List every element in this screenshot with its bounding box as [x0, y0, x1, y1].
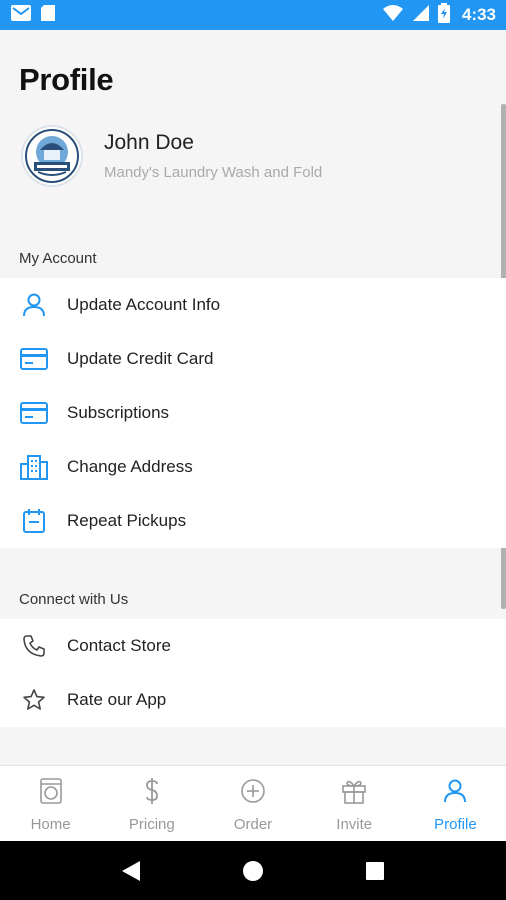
gift-icon — [340, 777, 368, 805]
user-icon — [19, 290, 49, 320]
system-nav-bar — [0, 841, 506, 900]
tab-label: Pricing — [128, 816, 175, 833]
menu-item-label: Contact Store — [67, 636, 171, 655]
sd-card-icon — [40, 4, 56, 27]
profile-card: John Doe Mandy's Laundry Wash and Fold — [21, 125, 322, 187]
status-time: 4:33 — [461, 5, 496, 24]
tab-label: Profile — [434, 816, 477, 833]
tab-pricing[interactable]: Pricing — [101, 766, 202, 841]
back-button[interactable] — [111, 851, 151, 891]
plus-circle-icon — [239, 777, 267, 805]
menu-item-label: Repeat Pickups — [67, 511, 187, 530]
home-button[interactable] — [233, 851, 273, 891]
tab-invite[interactable]: Invite — [304, 766, 405, 841]
section-header-connect: Connect with Us — [19, 591, 129, 608]
tab-profile[interactable]: Profile — [405, 766, 506, 841]
page-title: Profile — [19, 62, 114, 97]
signal-icon — [412, 4, 430, 27]
credit-card-icon — [19, 344, 49, 374]
back-triangle-icon — [122, 860, 140, 881]
dollar-icon — [138, 777, 166, 805]
home-circle-icon — [243, 860, 263, 881]
gmail-icon — [10, 4, 32, 27]
wifi-icon — [382, 4, 404, 27]
bottom-tab-bar: Home Pricing Order Invite Profile — [0, 765, 506, 841]
credit-card-icon — [19, 398, 49, 428]
menu-item-label: Subscriptions — [67, 403, 170, 422]
avatar — [21, 125, 83, 187]
menu-item-contact-store[interactable]: Contact Store — [0, 619, 506, 673]
status-bar: 4:33 — [0, 0, 506, 30]
recents-square-icon — [366, 861, 384, 880]
store-logo — [25, 129, 79, 183]
tab-label: Invite — [336, 816, 373, 833]
building-icon — [19, 452, 49, 482]
profile-name: John Doe — [104, 131, 194, 154]
connect-menu: Contact Store Rate our App — [0, 619, 506, 727]
tab-label: Home — [30, 816, 71, 833]
profile-store-name: Mandy's Laundry Wash and Fold — [104, 164, 323, 181]
menu-item-label: Update Account Info — [67, 295, 221, 314]
calendar-icon — [19, 506, 49, 536]
tab-order[interactable]: Order — [202, 766, 303, 841]
profile-screen: Profile John Doe Mandy's Laundry Wash an… — [0, 30, 506, 765]
menu-item-subscriptions[interactable]: Subscriptions — [0, 386, 506, 440]
menu-item-label: Change Address — [67, 457, 193, 476]
menu-item-repeat-pickups[interactable]: Repeat Pickups — [0, 494, 506, 548]
star-icon — [19, 685, 49, 715]
menu-item-label: Update Credit Card — [67, 349, 214, 368]
menu-item-change-address[interactable]: Change Address — [0, 440, 506, 494]
washer-icon — [37, 777, 65, 805]
section-header-my-account: My Account — [19, 250, 97, 267]
phone-icon — [19, 631, 49, 661]
user-icon — [441, 777, 469, 805]
recents-button[interactable] — [355, 851, 395, 891]
tab-label: Order — [233, 816, 273, 833]
my-account-menu: Update Account Info Update Credit Card S… — [0, 278, 506, 548]
battery-icon — [437, 2, 450, 28]
menu-item-update-account-info[interactable]: Update Account Info — [0, 278, 506, 332]
menu-item-update-credit-card[interactable]: Update Credit Card — [0, 332, 506, 386]
tab-home[interactable]: Home — [0, 766, 101, 841]
menu-item-rate-our-app[interactable]: Rate our App — [0, 673, 506, 727]
menu-item-label: Rate our App — [67, 690, 167, 709]
